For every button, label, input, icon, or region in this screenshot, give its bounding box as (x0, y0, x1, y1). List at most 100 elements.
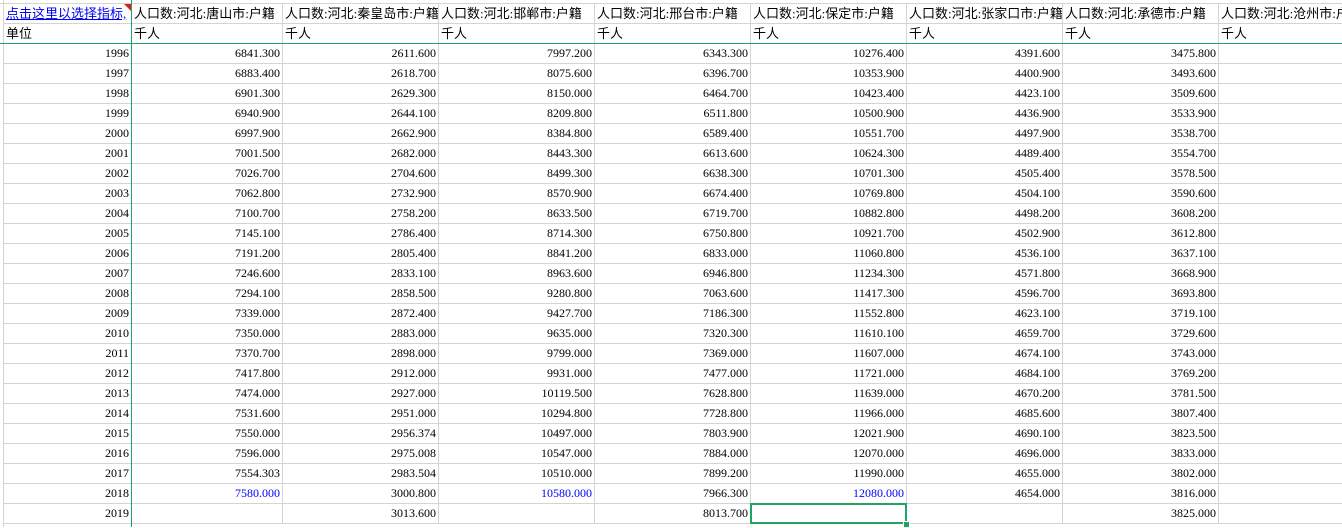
data-cell[interactable]: 3509.600 (1063, 84, 1219, 104)
column-header[interactable]: 人口数:河北:保定市:户籍 (751, 4, 907, 24)
data-cell[interactable]: 7063.600 (595, 284, 751, 304)
data-cell[interactable]: 7145.100 (132, 224, 283, 244)
data-cell[interactable]: 7531.600 (132, 404, 283, 424)
data-cell[interactable]: 7339.000 (132, 304, 283, 324)
data-cell[interactable]: 10423.400 (751, 84, 907, 104)
data-cell[interactable]: 2629.300 (283, 84, 439, 104)
data-cell[interactable]: 7580.000 (132, 484, 283, 504)
data-cell[interactable]: 3493.600 (1063, 64, 1219, 84)
data-cell[interactable]: 4504.100 (907, 184, 1063, 204)
data-cell[interactable]: 10119.500 (439, 384, 595, 404)
data-cell[interactable] (439, 504, 595, 524)
column-unit[interactable]: 千人 (283, 24, 439, 44)
data-cell[interactable]: 10294.800 (439, 404, 595, 424)
row-year[interactable]: 2013 (4, 384, 132, 404)
data-cell[interactable]: 8443.300 (439, 144, 595, 164)
row-year[interactable]: 2019 (4, 504, 132, 524)
row-year[interactable]: 2008 (4, 284, 132, 304)
data-cell[interactable] (132, 504, 283, 524)
data-cell[interactable]: 690 (1219, 244, 1342, 264)
data-cell[interactable]: 10497.000 (439, 424, 595, 444)
data-cell[interactable]: 3637.100 (1063, 244, 1219, 264)
data-cell[interactable]: 4489.400 (907, 144, 1063, 164)
data-cell[interactable]: 717 (1219, 304, 1342, 324)
data-cell[interactable]: 7100.700 (132, 204, 283, 224)
data-cell[interactable]: 3554.700 (1063, 144, 1219, 164)
data-cell[interactable]: 11060.800 (751, 244, 907, 264)
data-cell[interactable]: 4696.000 (907, 444, 1063, 464)
data-cell[interactable]: 10580.000 (439, 484, 595, 504)
column-header[interactable]: 人口数:河北:承德市:户籍 (1063, 4, 1219, 24)
column-unit[interactable]: 千人 (1063, 24, 1219, 44)
data-cell[interactable]: 2898.000 (283, 344, 439, 364)
data-cell[interactable]: 3823.500 (1063, 424, 1219, 444)
data-cell[interactable]: 4670.200 (907, 384, 1063, 404)
data-cell[interactable] (1219, 504, 1342, 524)
data-cell[interactable]: 3533.900 (1063, 104, 1219, 124)
column-unit[interactable]: 千人 (907, 24, 1063, 44)
data-cell[interactable]: 4685.600 (907, 404, 1063, 424)
data-cell[interactable]: 3833.000 (1063, 444, 1219, 464)
row-year[interactable]: 2015 (4, 424, 132, 444)
data-cell[interactable]: 2833.100 (283, 264, 439, 284)
data-cell[interactable]: 2704.600 (283, 164, 439, 184)
data-cell[interactable]: 3769.200 (1063, 364, 1219, 384)
data-cell[interactable]: 4655.000 (907, 464, 1063, 484)
data-cell[interactable]: 8499.300 (439, 164, 595, 184)
data-cell[interactable]: 3013.600 (283, 504, 439, 524)
data-cell[interactable]: 7884.000 (595, 444, 751, 464)
data-cell[interactable]: 6343.300 (595, 44, 751, 64)
data-cell[interactable]: 9427.700 (439, 304, 595, 324)
row-year[interactable]: 2010 (4, 324, 132, 344)
data-cell[interactable]: 4400.900 (907, 64, 1063, 84)
data-cell[interactable]: 8384.800 (439, 124, 595, 144)
data-cell[interactable]: 2786.400 (283, 224, 439, 244)
data-cell[interactable]: 7554.303 (132, 464, 283, 484)
data-cell[interactable]: 710 (1219, 284, 1342, 304)
data-cell[interactable]: 7417.800 (132, 364, 283, 384)
data-cell[interactable]: 4690.100 (907, 424, 1063, 444)
data-cell[interactable]: 2912.000 (283, 364, 439, 384)
data-cell[interactable]: 2611.600 (283, 44, 439, 64)
data-cell[interactable]: 2975.008 (283, 444, 439, 464)
data-cell[interactable]: 11990.000 (751, 464, 907, 484)
data-cell[interactable]: 10701.300 (751, 164, 907, 184)
row-year[interactable]: 1997 (4, 64, 132, 84)
data-cell[interactable]: 700 (1219, 264, 1342, 284)
data-cell[interactable]: 6750.800 (595, 224, 751, 244)
data-cell[interactable]: 10510.000 (439, 464, 595, 484)
data-cell[interactable]: 10276.400 (751, 44, 907, 64)
data-cell[interactable]: 6997.900 (132, 124, 283, 144)
data-cell[interactable]: 11417.300 (751, 284, 907, 304)
data-cell[interactable]: 6841.300 (132, 44, 283, 64)
data-cell[interactable]: 10353.900 (751, 64, 907, 84)
data-cell[interactable]: 8633.500 (439, 204, 595, 224)
data-cell[interactable]: 11721.000 (751, 364, 907, 384)
data-cell[interactable]: 2805.400 (283, 244, 439, 264)
data-cell[interactable]: 7550.000 (132, 424, 283, 444)
row-year[interactable]: 1998 (4, 84, 132, 104)
data-cell[interactable]: 3743.000 (1063, 344, 1219, 364)
data-cell[interactable]: 7062.800 (132, 184, 283, 204)
data-cell[interactable]: 7966.300 (595, 484, 751, 504)
column-unit[interactable]: 千人 (132, 24, 283, 44)
data-cell[interactable]: 8841.200 (439, 244, 595, 264)
row-year[interactable]: 2017 (4, 464, 132, 484)
data-cell[interactable]: 4497.900 (907, 124, 1063, 144)
data-cell[interactable]: 2983.504 (283, 464, 439, 484)
data-cell[interactable]: 2682.000 (283, 144, 439, 164)
data-cell[interactable]: 6883.400 (132, 64, 283, 84)
data-cell[interactable]: 3802.000 (1063, 464, 1219, 484)
data-cell[interactable]: 3781.500 (1063, 384, 1219, 404)
data-cell[interactable]: 7026.700 (132, 164, 283, 184)
data-cell[interactable]: 7628.800 (595, 384, 751, 404)
data-cell[interactable]: 4571.800 (907, 264, 1063, 284)
data-cell[interactable]: 4596.700 (907, 284, 1063, 304)
row-year[interactable]: 2004 (4, 204, 132, 224)
data-cell[interactable]: 2872.400 (283, 304, 439, 324)
data-cell[interactable]: 12070.000 (751, 444, 907, 464)
data-cell[interactable]: 11610.100 (751, 324, 907, 344)
data-cell[interactable]: 4436.900 (907, 104, 1063, 124)
data-cell[interactable]: 4674.100 (907, 344, 1063, 364)
data-cell[interactable]: 3816.000 (1063, 484, 1219, 504)
